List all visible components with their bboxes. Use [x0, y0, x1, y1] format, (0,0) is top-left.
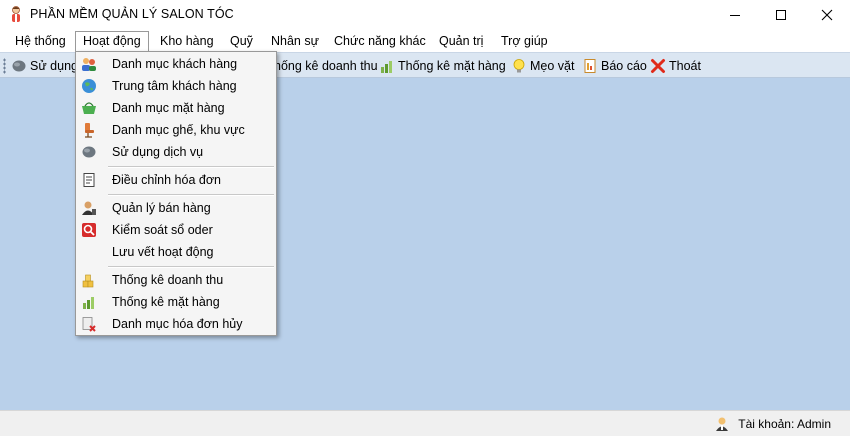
- menu-item-luu-vet-hoat-dong[interactable]: Lưu vết hoạt động: [78, 241, 274, 263]
- menu-item-label: Sử dụng dịch vụ: [112, 145, 204, 159]
- toolbar-thong-ke-mat-hang-button[interactable]: Thống kê mặt hàng: [379, 56, 506, 76]
- toolbar-bao-cao-button[interactable]: Báo cáo: [582, 56, 647, 76]
- menu-kho-hang[interactable]: Kho hàng: [153, 31, 221, 51]
- toolbar-su-dung-label: Sử dụng: [30, 59, 78, 73]
- menu-separator: [108, 194, 274, 196]
- minimize-icon: [730, 15, 740, 16]
- menu-item-label: Danh mục ghế, khu vực: [112, 123, 245, 137]
- toolbar-meo-vat-label: Mẹo vặt: [530, 59, 575, 73]
- menu-item-quan-ly-ban-hang[interactable]: Quản lý bán hàng: [78, 197, 274, 219]
- globe-icon: [82, 79, 96, 93]
- service-icon: [82, 146, 96, 158]
- window-title: PHẦN MỀM QUẢN LÝ SALON TÓC: [30, 7, 234, 21]
- app-logo-icon: [12, 6, 20, 22]
- menu-separator: [108, 266, 274, 268]
- menu-item-thong-ke-doanh-thu[interactable]: Thống kê doanh thu: [78, 269, 274, 291]
- status-account: Tài khoản: Admin: [714, 416, 831, 432]
- product-stats-icon: [381, 61, 392, 73]
- title-bar: PHẦN MỀM QUẢN LÝ SALON TÓC: [0, 0, 850, 30]
- toolbar-grip[interactable]: [3, 58, 6, 74]
- toolbar-thong-ke-doanh-thu-label: hống kê doanh thu: [274, 59, 378, 73]
- invoice-edit-icon: [83, 173, 95, 187]
- close-icon: [821, 9, 833, 21]
- chair-icon: [85, 123, 94, 138]
- menu-item-kiem-soat-so-oder[interactable]: Kiểm soát sổ oder: [78, 219, 274, 241]
- menu-item-label: Danh mục mặt hàng: [112, 101, 225, 115]
- menu-item-trung-tam-khach-hang[interactable]: Trung tâm khách hàng: [78, 75, 274, 97]
- toolbar-bao-cao-label: Báo cáo: [601, 59, 647, 73]
- toolbar-thoat-label: Thoát: [669, 59, 701, 73]
- menu-item-danh-muc-khach-hang[interactable]: Danh mục khách hàng: [78, 53, 274, 75]
- menu-item-label: Thống kê mặt hàng: [112, 295, 220, 309]
- menu-item-label: Điều chỉnh hóa đơn: [112, 173, 221, 187]
- menu-item-label: Danh mục khách hàng: [112, 57, 238, 71]
- menu-item-dieu-chinh-hoa-don[interactable]: Điều chỉnh hóa đơn: [78, 169, 274, 191]
- sales-manager-icon: [82, 201, 96, 215]
- report-icon: [584, 59, 596, 73]
- service-icon: [12, 60, 26, 72]
- toolbar-meo-vat-button[interactable]: Mẹo vặt: [511, 56, 574, 76]
- status-bar: Tài khoản: Admin: [0, 410, 850, 436]
- lightbulb-icon: [513, 59, 525, 73]
- menu-item-label: Danh mục hóa đơn hủy: [112, 317, 243, 331]
- menu-item-label: Kiểm soát sổ oder: [112, 223, 213, 237]
- close-button[interactable]: [804, 0, 850, 30]
- menu-chuc-nang-khac[interactable]: Chức năng khác: [327, 31, 433, 51]
- menu-he-thong[interactable]: Hệ thống: [8, 31, 73, 51]
- menu-item-label: Quản lý bán hàng: [112, 201, 211, 215]
- toolbar-su-dung-button[interactable]: Sử dụng: [11, 56, 78, 76]
- menu-item-label: Lưu vết hoạt động: [112, 245, 214, 259]
- toolbar-thoat-button[interactable]: Thoát: [650, 56, 701, 76]
- menu-item-danh-muc-ghe-khu-vuc[interactable]: Danh mục ghế, khu vực: [78, 119, 274, 141]
- account-label: Tài khoản: Admin: [738, 417, 831, 431]
- toolbar-thong-ke-mat-hang-label: Thống kê mặt hàng: [398, 59, 506, 73]
- menu-quy[interactable]: Quỹ: [223, 31, 260, 51]
- menu-item-su-dung-dich-vu[interactable]: Sử dụng dịch vụ: [78, 141, 274, 163]
- minimize-button[interactable]: [712, 0, 758, 30]
- maximize-button[interactable]: [758, 0, 804, 30]
- menu-nhan-su[interactable]: Nhân sự: [264, 31, 326, 51]
- menu-quan-tri[interactable]: Quản trị: [432, 31, 490, 51]
- exit-icon: [651, 59, 665, 73]
- toolbar-thong-ke-doanh-thu-button[interactable]: hống kê doanh thu: [274, 56, 378, 76]
- menu-bar: Hệ thống Hoạt động Kho hàng Quỹ Nhân sự …: [0, 30, 850, 52]
- order-book-icon: [82, 223, 96, 237]
- menu-item-thong-ke-mat-hang[interactable]: Thống kê mặt hàng: [78, 291, 274, 313]
- menu-tro-giup[interactable]: Trợ giúp: [494, 31, 555, 51]
- basket-icon: [82, 102, 96, 114]
- revenue-stats-icon: [82, 274, 94, 288]
- hoat-dong-dropdown: Danh mục khách hàng Trung tâm khách hàng…: [75, 51, 277, 336]
- maximize-icon: [776, 10, 786, 20]
- menu-item-label: Thống kê doanh thu: [112, 273, 224, 287]
- customers-icon: [82, 58, 96, 71]
- product-stats-icon: [83, 297, 94, 309]
- cancelled-invoice-icon: [82, 317, 96, 332]
- menu-item-label: Trung tâm khách hàng: [112, 79, 237, 93]
- menu-hoat-dong[interactable]: Hoạt động: [75, 31, 149, 51]
- user-icon: [716, 417, 729, 431]
- menu-separator: [108, 166, 274, 168]
- menu-item-danh-muc-hoa-don-huy[interactable]: Danh mục hóa đơn hủy: [78, 313, 274, 335]
- menu-item-danh-muc-mat-hang[interactable]: Danh mục mặt hàng: [78, 97, 274, 119]
